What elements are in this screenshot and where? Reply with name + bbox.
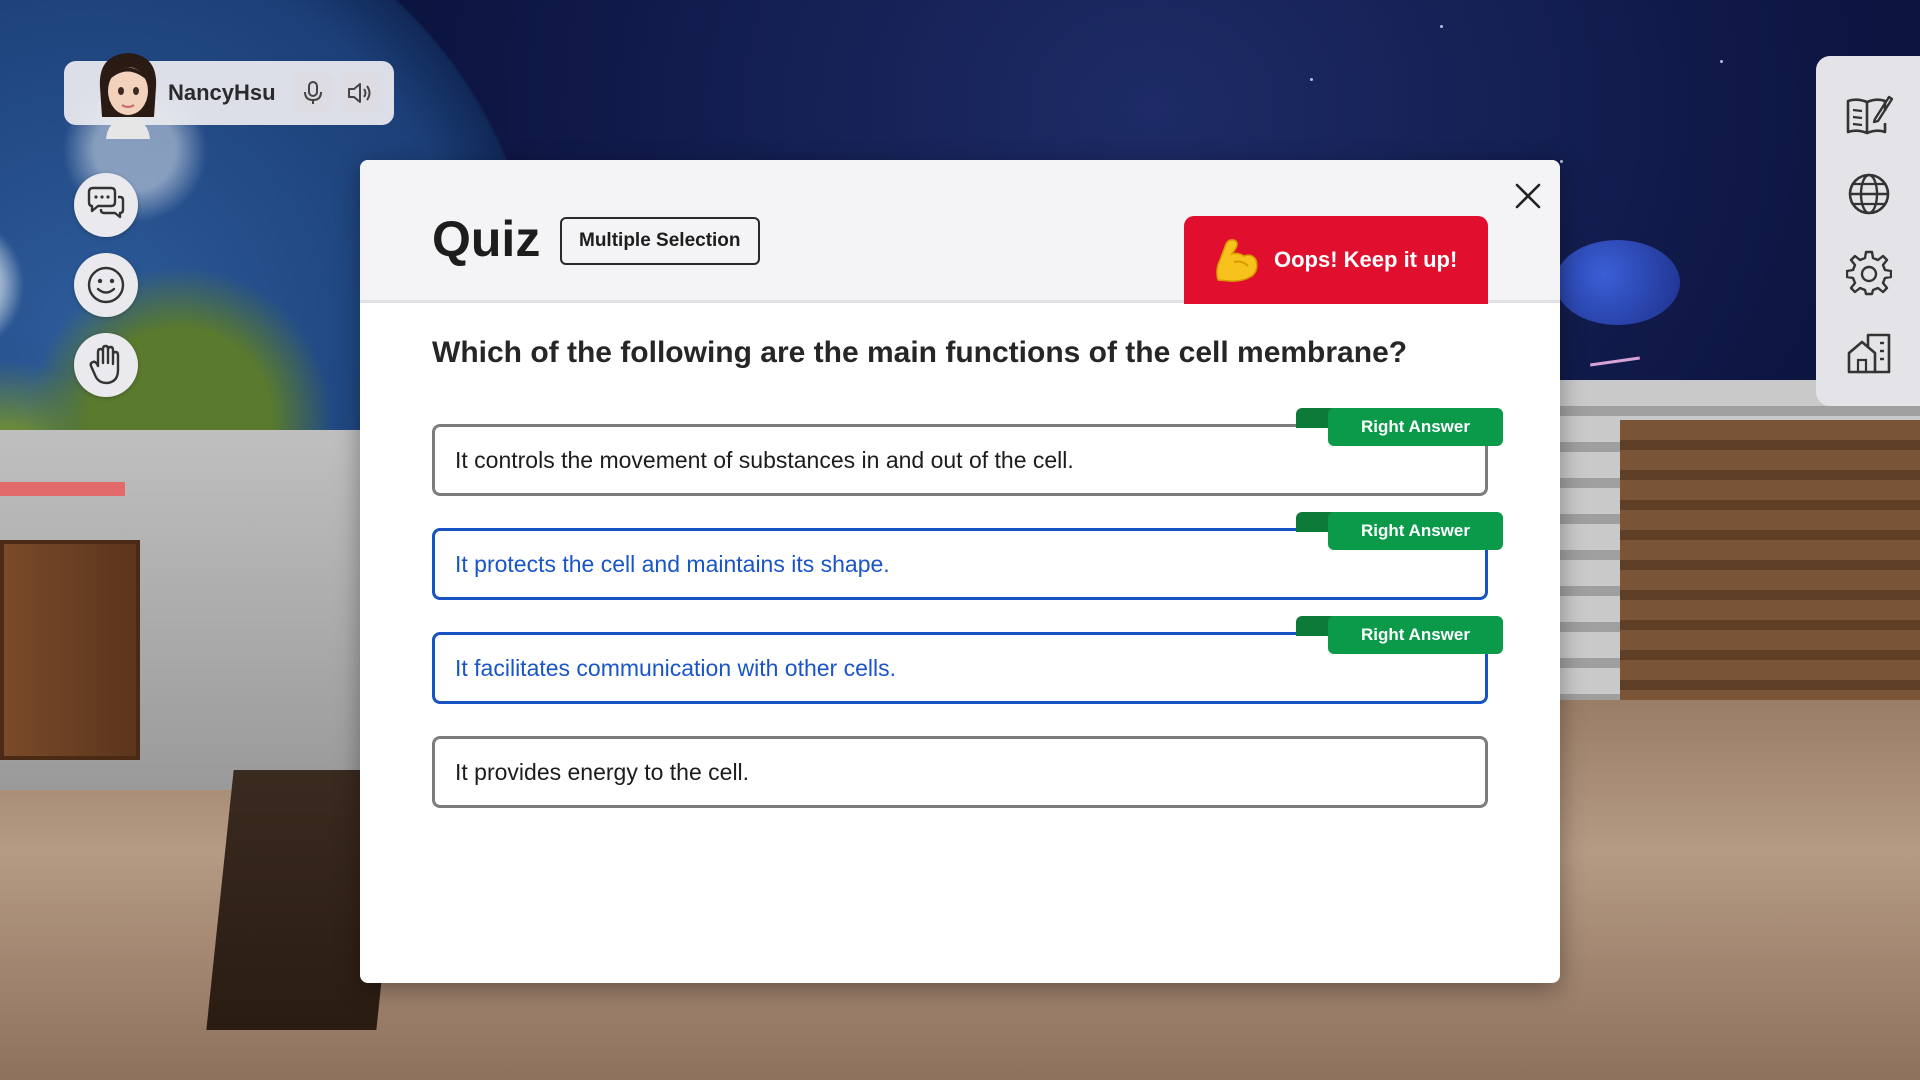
answer-option-text: It controls the movement of substances i… bbox=[455, 446, 1074, 473]
chat-icon bbox=[87, 186, 125, 219]
right-answer-tag: Right Answer bbox=[1296, 512, 1503, 550]
right-answer-tag: Right Answer bbox=[1296, 408, 1503, 446]
globe-icon bbox=[1848, 173, 1890, 215]
result-text: Oops! Keep it up! bbox=[1274, 247, 1458, 272]
emoji-button[interactable] bbox=[74, 253, 138, 317]
raise-hand-button[interactable] bbox=[74, 333, 138, 397]
door bbox=[0, 540, 140, 760]
user-card: NancyHsu bbox=[64, 53, 394, 139]
close-icon bbox=[1515, 183, 1541, 209]
notebook-edit-icon bbox=[1846, 95, 1893, 135]
answer-option-text: It facilitates communication with other … bbox=[455, 654, 897, 681]
right-answer-label: Right Answer bbox=[1328, 616, 1503, 654]
notes-button[interactable] bbox=[1842, 88, 1896, 142]
microphone-icon bbox=[304, 81, 322, 104]
right-answer-tag: Right Answer bbox=[1296, 616, 1503, 654]
emoji-icon bbox=[87, 266, 125, 304]
answer-option-4[interactable]: It provides energy to the cell. bbox=[432, 736, 1488, 808]
language-button[interactable] bbox=[1842, 167, 1896, 221]
result-badge: Oops! Keep it up! bbox=[1184, 216, 1488, 304]
settings-gear-icon bbox=[1846, 250, 1892, 296]
microphone-button[interactable] bbox=[293, 73, 333, 113]
settings-button[interactable] bbox=[1842, 246, 1896, 300]
building-icon bbox=[1847, 333, 1891, 374]
right-toolbar bbox=[1816, 56, 1920, 406]
star bbox=[1720, 60, 1723, 63]
blue-balloon bbox=[1555, 240, 1680, 325]
username: NancyHsu bbox=[168, 80, 276, 105]
star bbox=[1440, 25, 1443, 28]
star bbox=[1560, 160, 1563, 163]
star bbox=[1310, 78, 1313, 81]
quiz-header: Quiz Multiple Selection Oops! Keep it up… bbox=[360, 160, 1560, 304]
answer-option-text: It protects the cell and maintains its s… bbox=[455, 550, 890, 577]
quiz-title: Quiz bbox=[432, 211, 541, 267]
avatar[interactable] bbox=[92, 47, 164, 139]
speaker-icon bbox=[348, 83, 371, 103]
speaker-button[interactable] bbox=[340, 73, 380, 113]
right-answer-label: Right Answer bbox=[1328, 512, 1503, 550]
flexed-biceps-icon bbox=[1216, 239, 1258, 282]
building-button[interactable] bbox=[1842, 326, 1896, 380]
red-strip bbox=[0, 482, 125, 496]
raise-hand-icon bbox=[89, 344, 120, 385]
answer-option-text: It provides energy to the cell. bbox=[455, 758, 750, 785]
close-button[interactable] bbox=[1508, 176, 1548, 216]
right-answer-label: Right Answer bbox=[1328, 408, 1503, 446]
quiz-type-badge: Multiple Selection bbox=[560, 217, 760, 265]
quiz-modal: Quiz Multiple Selection Oops! Keep it up… bbox=[360, 160, 1560, 983]
chat-button[interactable] bbox=[74, 173, 138, 237]
question-text: Which of the following are the main func… bbox=[432, 336, 1408, 369]
